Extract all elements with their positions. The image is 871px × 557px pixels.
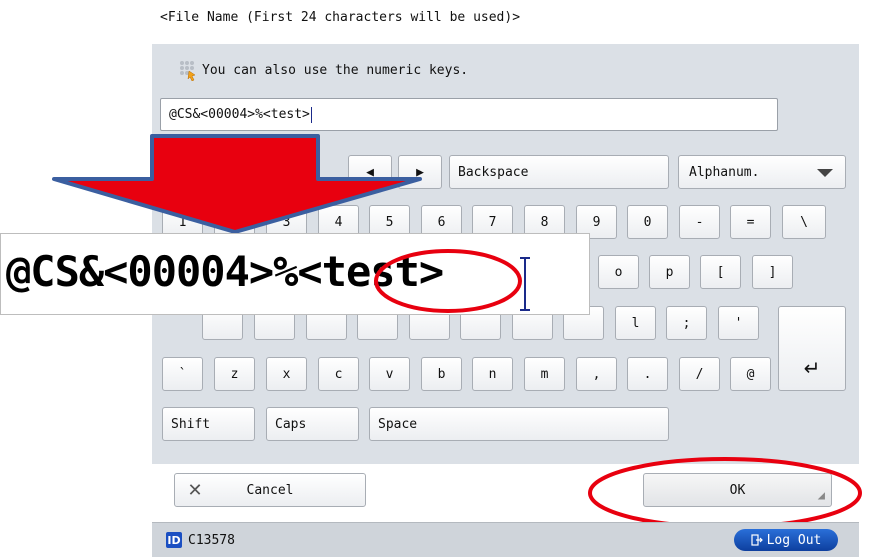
key-o[interactable]: o	[598, 255, 639, 289]
logout-label: Log Out	[766, 532, 822, 548]
input-mode-value: Alphanum.	[689, 164, 760, 180]
key-apostrophe[interactable]: '	[718, 306, 759, 340]
key-minus[interactable]: -	[679, 205, 720, 239]
key-v[interactable]: v	[369, 357, 410, 391]
hint-row: You can also use the numeric keys.	[178, 58, 468, 82]
id-icon: ID	[166, 532, 182, 548]
key-at[interactable]: @	[730, 357, 771, 391]
user-id: C13578	[188, 532, 235, 548]
red-circle-annotation-test	[374, 249, 522, 313]
enter-key[interactable]: ↵	[778, 306, 846, 391]
key-equals[interactable]: =	[730, 205, 771, 239]
hint-text: You can also use the numeric keys.	[202, 62, 469, 78]
key-l[interactable]: l	[615, 306, 656, 340]
key-c[interactable]: c	[318, 357, 359, 391]
key-left-bracket[interactable]: [	[700, 255, 741, 289]
filename-value: @CS&<00004>%<test>	[169, 107, 310, 122]
key-n[interactable]: n	[472, 357, 513, 391]
key-period[interactable]: .	[627, 357, 668, 391]
key-slash[interactable]: /	[679, 357, 720, 391]
red-arrow-annotation	[52, 134, 422, 234]
key-backslash[interactable]: \	[782, 205, 826, 239]
text-cursor	[310, 106, 312, 123]
key-backtick[interactable]: `	[162, 357, 203, 391]
dialog-title: <File Name (First 24 characters will be …	[160, 10, 521, 25]
caps-key[interactable]: Caps	[266, 407, 359, 441]
numeric-keypad-icon	[178, 59, 198, 81]
key-m[interactable]: m	[524, 357, 565, 391]
close-icon: ✕	[187, 479, 203, 501]
chevron-down-icon	[817, 169, 833, 177]
space-key[interactable]: Space	[369, 407, 669, 441]
enter-icon: ↵	[803, 356, 821, 380]
shift-key[interactable]: Shift	[162, 407, 255, 441]
key-x[interactable]: x	[266, 357, 307, 391]
key-right-bracket[interactable]: ]	[752, 255, 793, 289]
key-z[interactable]: z	[214, 357, 255, 391]
logout-button[interactable]: Log Out	[734, 529, 838, 551]
cancel-button[interactable]: ✕ Cancel	[174, 473, 366, 507]
key-b[interactable]: b	[421, 357, 462, 391]
key-comma[interactable]: ,	[576, 357, 617, 391]
key-0[interactable]: 0	[627, 205, 668, 239]
input-mode-dropdown[interactable]: Alphanum.	[678, 155, 846, 189]
filename-input[interactable]: @CS&<00004>%<test>	[160, 98, 778, 131]
key-semicolon[interactable]: ;	[666, 306, 707, 340]
key-p[interactable]: p	[649, 255, 690, 289]
backspace-key[interactable]: Backspace	[449, 155, 669, 189]
cancel-label: Cancel	[246, 482, 294, 498]
logout-icon	[750, 534, 763, 546]
